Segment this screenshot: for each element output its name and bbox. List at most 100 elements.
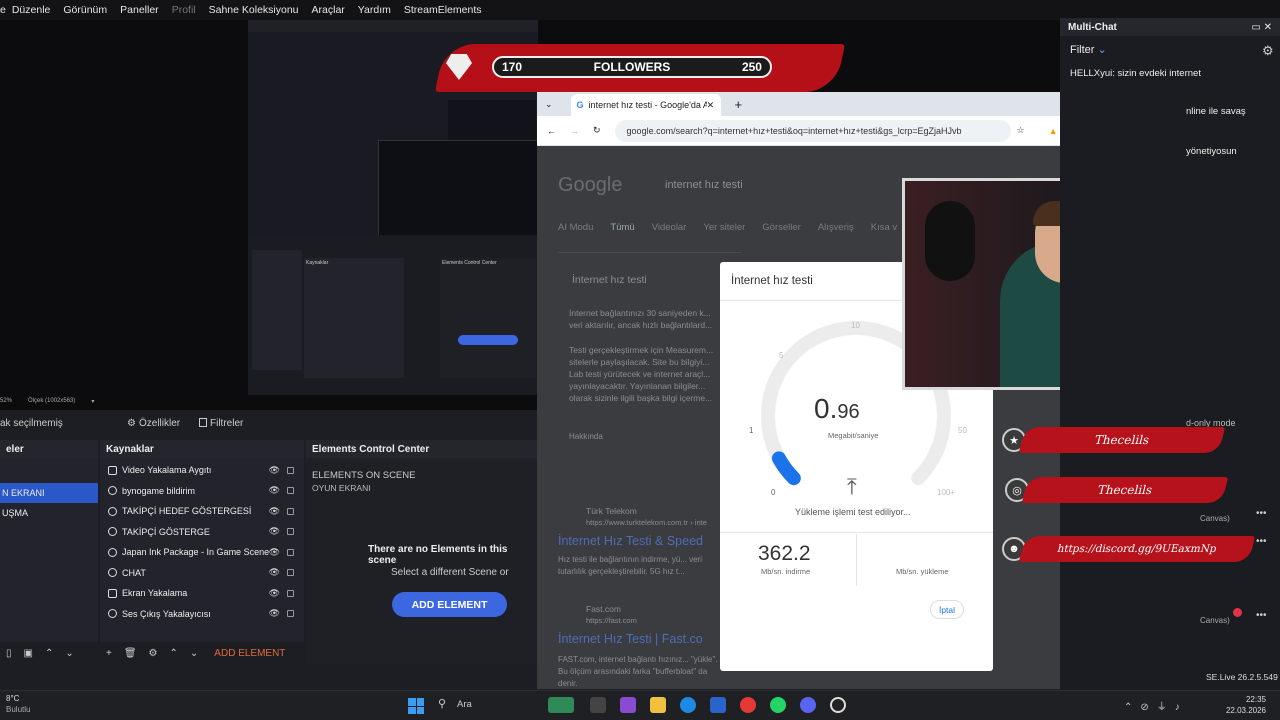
sources-dock: Kaynaklar Video Yakalama Aygıtı 👁 bynogam…	[100, 440, 304, 664]
lock-icon[interactable]	[287, 507, 294, 515]
obs-icon[interactable]	[830, 697, 846, 713]
browser-tab[interactable]: G internet hız testi - Google'da Ar ✕	[570, 94, 721, 116]
windows-start-icon[interactable]	[408, 698, 424, 714]
tab-videos[interactable]: Videolar	[652, 222, 687, 233]
scene-filter-icon[interactable]: ▣	[24, 648, 33, 659]
source-item[interactable]: Ses Çıkış Yakalayıcısı 👁	[100, 604, 304, 625]
canvas-item[interactable]: Canvas)	[1200, 514, 1230, 523]
more-icon[interactable]: •••	[1256, 536, 1267, 547]
float-icon[interactable]: ▭ ✕	[1251, 22, 1272, 33]
lock-icon[interactable]	[287, 548, 294, 556]
menu-tools[interactable]: Araçlar	[312, 4, 345, 16]
chevron-down-icon[interactable]: ▾	[91, 398, 94, 405]
edge-icon[interactable]	[680, 697, 696, 713]
url-bar[interactable]: google.com/search?q=internet+hız+testi&o…	[614, 119, 1011, 142]
menu-docks[interactable]: Paneller	[120, 4, 159, 16]
tab-shopping[interactable]: Alışveriş	[818, 222, 854, 233]
folder-icon[interactable]	[650, 697, 666, 713]
source-item[interactable]: TAKİPÇİ HEDEF GÖSTERGESİ 👁	[100, 501, 304, 522]
tab-images[interactable]: Görseller	[762, 222, 801, 233]
discord-icon[interactable]	[800, 697, 816, 713]
chrome-icon[interactable]	[740, 697, 756, 713]
menu-streamelements[interactable]: StreamElements	[404, 4, 482, 16]
source-item[interactable]: TAKİPÇİ GÖSTERGE 👁	[100, 522, 304, 543]
eye-icon[interactable]: 👁	[269, 608, 280, 619]
lock-icon[interactable]	[287, 528, 294, 536]
cancel-button[interactable]: İptal	[930, 600, 964, 619]
menu-profile[interactable]: Profil	[172, 4, 196, 16]
lock-icon[interactable]	[287, 589, 294, 597]
properties-button[interactable]: Özellikler	[139, 418, 180, 429]
multichat-dock: Multi-Chat ▭ ✕ Filter ⌄ ⚙ HELLXyui: sizin…	[1060, 18, 1280, 690]
move-up-icon[interactable]: ⌃	[45, 648, 53, 659]
scene-item[interactable]: UŞMA	[0, 503, 98, 524]
tab-short[interactable]: Kısa v	[871, 222, 897, 233]
reload-icon[interactable]: ↻	[593, 125, 601, 136]
eye-icon[interactable]: 👁	[269, 547, 280, 558]
close-icon[interactable]: ✕	[707, 100, 715, 111]
source-item[interactable]: CHAT 👁	[100, 563, 304, 584]
add-element-button[interactable]: ADD ELEMENT	[392, 592, 507, 617]
app-icon[interactable]	[620, 697, 636, 713]
lock-icon[interactable]	[287, 610, 294, 618]
source-item[interactable]: Video Yakalama Aygıtı 👁	[100, 460, 304, 481]
obs-menubar: e Düzenle Görünüm Paneller Profil Sahne …	[0, 0, 1280, 20]
more-icon[interactable]: •••	[1256, 610, 1267, 621]
lock-icon[interactable]	[287, 569, 294, 577]
lock-icon[interactable]	[287, 466, 294, 474]
trash-icon[interactable]: 🗑	[124, 648, 137, 659]
tab-places[interactable]: Yer siteler	[703, 222, 745, 233]
remove-scene-icon[interactable]: ▯	[6, 648, 12, 659]
app-icon[interactable]	[590, 697, 606, 713]
menu-scene-collection[interactable]: Sahne Koleksiyonu	[209, 4, 299, 16]
tab-all[interactable]: Tümü	[610, 222, 634, 233]
taskbar-search[interactable]: Ara	[457, 699, 472, 710]
clock-time[interactable]: 22:35	[1198, 695, 1266, 704]
extension-icon[interactable]: ▲	[1049, 126, 1058, 136]
elements-control-center: Elements Control Center ELEMENTS ON SCEN…	[306, 440, 538, 664]
clock-date[interactable]: 22.03.2026	[1198, 706, 1266, 715]
move-up-icon[interactable]: ⌃	[170, 648, 178, 659]
lock-icon[interactable]	[287, 487, 294, 495]
search-icon[interactable]: ⚲	[438, 697, 446, 710]
eye-icon[interactable]: 👁	[269, 465, 280, 476]
weather-text[interactable]: Bulutlu	[6, 705, 30, 714]
move-down-icon[interactable]: ⌄	[190, 648, 198, 659]
tab-ai-mode[interactable]: AI Modu	[558, 222, 593, 233]
menu-edit[interactable]: Düzenle	[12, 4, 51, 16]
whatsapp-icon[interactable]	[770, 697, 786, 713]
new-tab-icon[interactable]: +	[735, 97, 743, 112]
system-tray-icons[interactable]: ⌃⊘⏚♪	[1124, 698, 1188, 713]
app-icon[interactable]	[548, 697, 574, 713]
weather-temp[interactable]: 8°C	[6, 694, 19, 703]
move-down-icon[interactable]: ⌄	[65, 648, 73, 659]
more-icon[interactable]: •••	[1256, 508, 1267, 519]
forward-icon[interactable]: →	[570, 126, 579, 136]
scene-item-selected[interactable]: N EKRANI	[0, 482, 98, 503]
filter-dropdown[interactable]: Filter ⌄	[1070, 43, 1107, 56]
eye-icon[interactable]: 👁	[269, 526, 280, 537]
menu-help[interactable]: Yardım	[358, 4, 391, 16]
back-icon[interactable]: ←	[547, 126, 556, 136]
source-item[interactable]: bynogame bildirim 👁	[100, 481, 304, 502]
add-element-link[interactable]: ADD ELEMENT	[214, 648, 285, 659]
filters-button[interactable]: Filtreler	[210, 418, 243, 429]
eye-icon[interactable]: 👁	[269, 567, 280, 578]
source-item[interactable]: Ekran Yakalama 👁	[100, 583, 304, 604]
canvas-item[interactable]: Canvas)	[1200, 616, 1230, 625]
tab-list-icon[interactable]: ⌄	[545, 99, 553, 110]
gear-icon[interactable]: ⚙	[149, 648, 158, 659]
result-link[interactable]: İnternet Hız Testi | Fast.co	[558, 632, 703, 646]
settings-icon[interactable]: ⚙	[1262, 43, 1274, 59]
bookmark-star-icon[interactable]: ☆	[1017, 125, 1025, 136]
eye-icon[interactable]: 👁	[269, 485, 280, 496]
add-source-icon[interactable]: +	[106, 648, 112, 659]
result-link[interactable]: İnternet Hız Testi & Speed	[558, 534, 703, 548]
eye-icon[interactable]: 👁	[269, 506, 280, 517]
menu-view[interactable]: Görünüm	[63, 4, 107, 16]
store-icon[interactable]	[710, 697, 726, 713]
source-item[interactable]: Japan Ink Package - In Game Scene 👁	[100, 542, 304, 563]
eye-icon[interactable]: 👁	[269, 588, 280, 599]
scene-item[interactable]	[0, 462, 98, 483]
about-link[interactable]: Hakkında	[569, 432, 603, 441]
